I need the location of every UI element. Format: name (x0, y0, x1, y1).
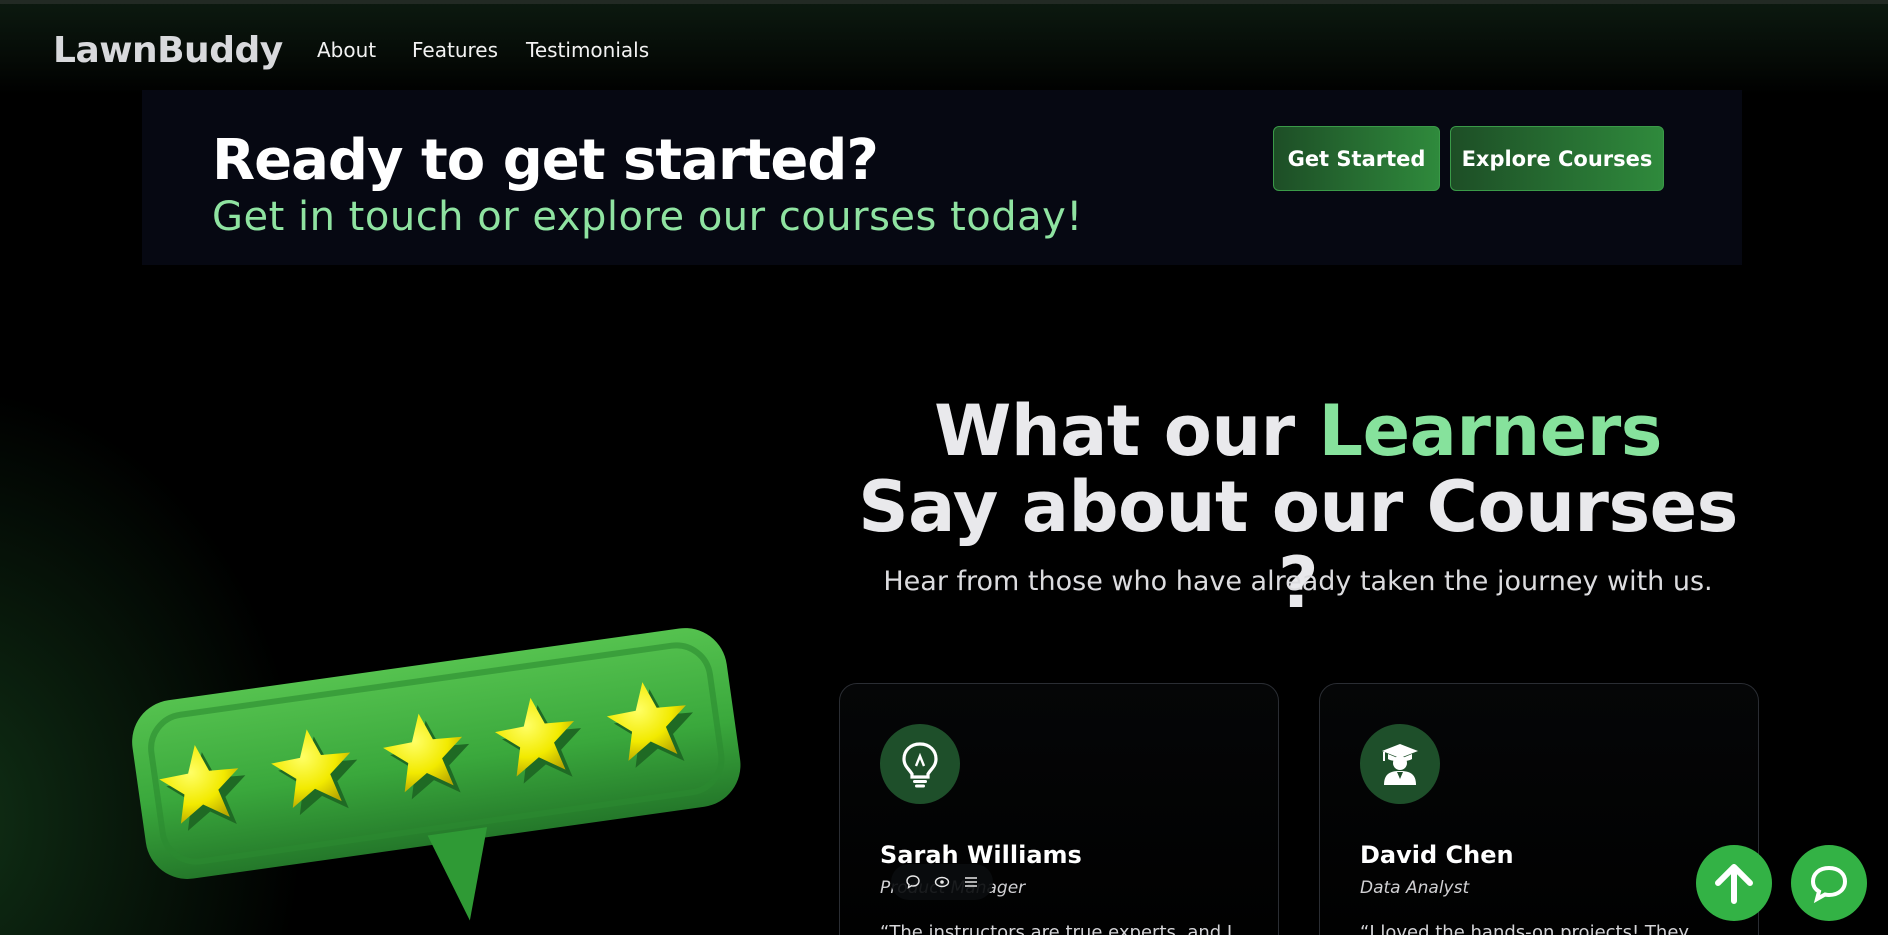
heading-accent: Learners (1318, 390, 1663, 472)
cta-banner: Ready to get started? Get in touch or ex… (142, 90, 1742, 265)
view-icon[interactable] (934, 874, 950, 890)
comment-icon[interactable] (905, 874, 921, 890)
lightbulb-icon (880, 724, 960, 804)
rating-stars-illustration (132, 628, 741, 921)
testimonials-subheading: Hear from those who have already taken t… (883, 566, 1713, 597)
cta-subtitle: Get in touch or explore our courses toda… (212, 194, 1083, 240)
testimonial-card: David Chen Data Analyst “I loved the han… (1319, 683, 1759, 935)
heading-part-1: What our (934, 390, 1319, 472)
brand-logo[interactable]: LawnBuddy (53, 30, 283, 71)
chat-button[interactable] (1791, 845, 1867, 921)
menu-icon[interactable] (963, 874, 979, 890)
cta-title: Ready to get started? (212, 128, 879, 193)
nav-link-features[interactable]: Features (412, 38, 498, 62)
graduate-icon (1360, 724, 1440, 804)
top-navigation: LawnBuddy About Features Testimonials (0, 4, 1888, 90)
floating-toolbar (891, 864, 993, 900)
scroll-to-top-button[interactable] (1696, 845, 1772, 921)
get-started-button[interactable]: Get Started (1273, 126, 1440, 191)
nav-link-testimonials[interactable]: Testimonials (526, 38, 649, 62)
card-name: David Chen (1360, 841, 1514, 869)
nav-link-about[interactable]: About (317, 38, 376, 62)
heading-part-2: Say about our Courses ? (858, 466, 1738, 624)
card-quote: “I loved the hands-on projects! They (1360, 922, 1690, 935)
card-quote: “The instructors are true experts, and I (880, 922, 1233, 935)
card-role: Data Analyst (1360, 878, 1470, 898)
explore-courses-button[interactable]: Explore Courses (1450, 126, 1664, 191)
arrow-up-icon (1715, 864, 1753, 904)
chat-icon (1810, 865, 1848, 904)
